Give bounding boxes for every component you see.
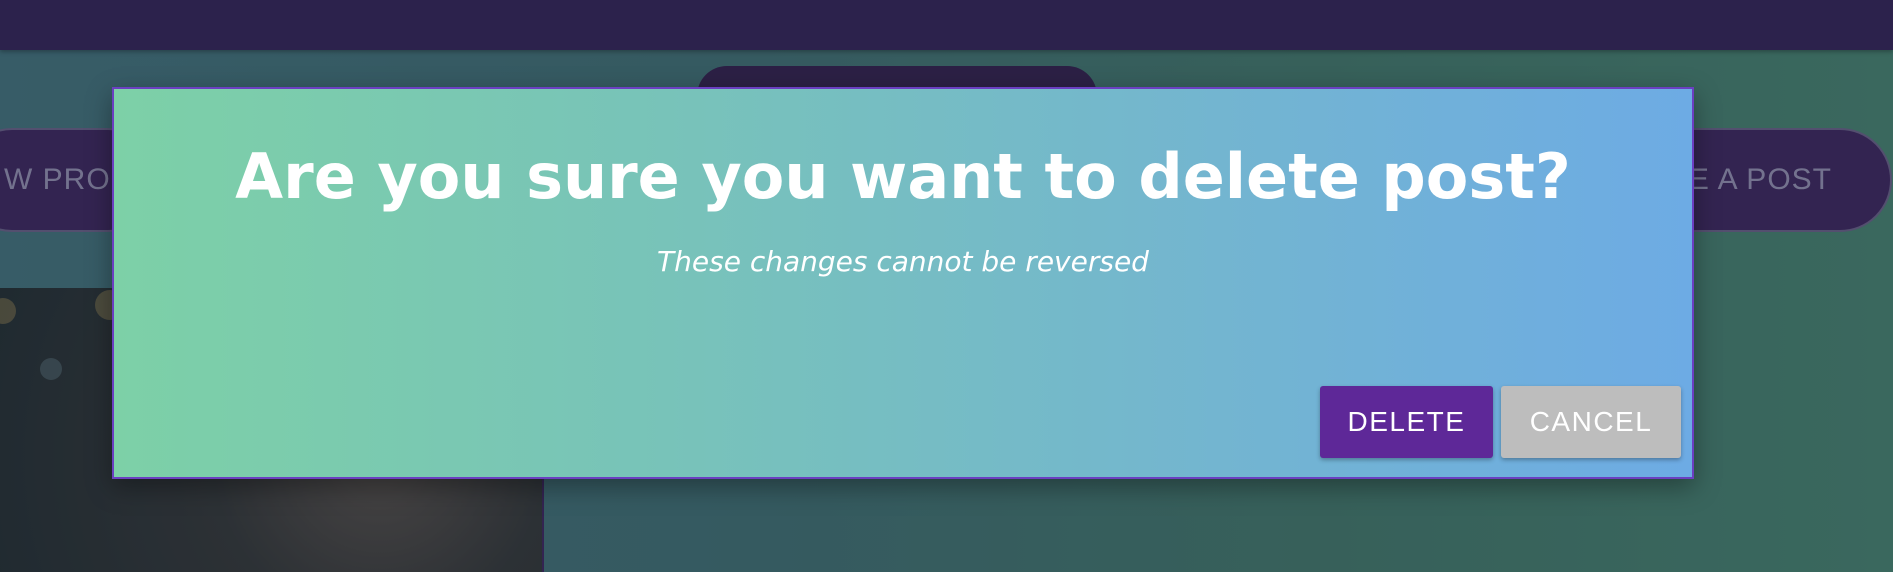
dialog-title: Are you sure you want to delete post? — [235, 140, 1571, 213]
dialog-subtitle: These changes cannot be reversed — [657, 245, 1149, 278]
page: W PROF KE A POST Are you sure you want t… — [0, 0, 1893, 572]
cancel-button[interactable]: CANCEL — [1501, 386, 1681, 458]
delete-post-dialog: Are you sure you want to delete post? Th… — [112, 87, 1694, 479]
delete-button[interactable]: DELETE — [1320, 386, 1493, 458]
